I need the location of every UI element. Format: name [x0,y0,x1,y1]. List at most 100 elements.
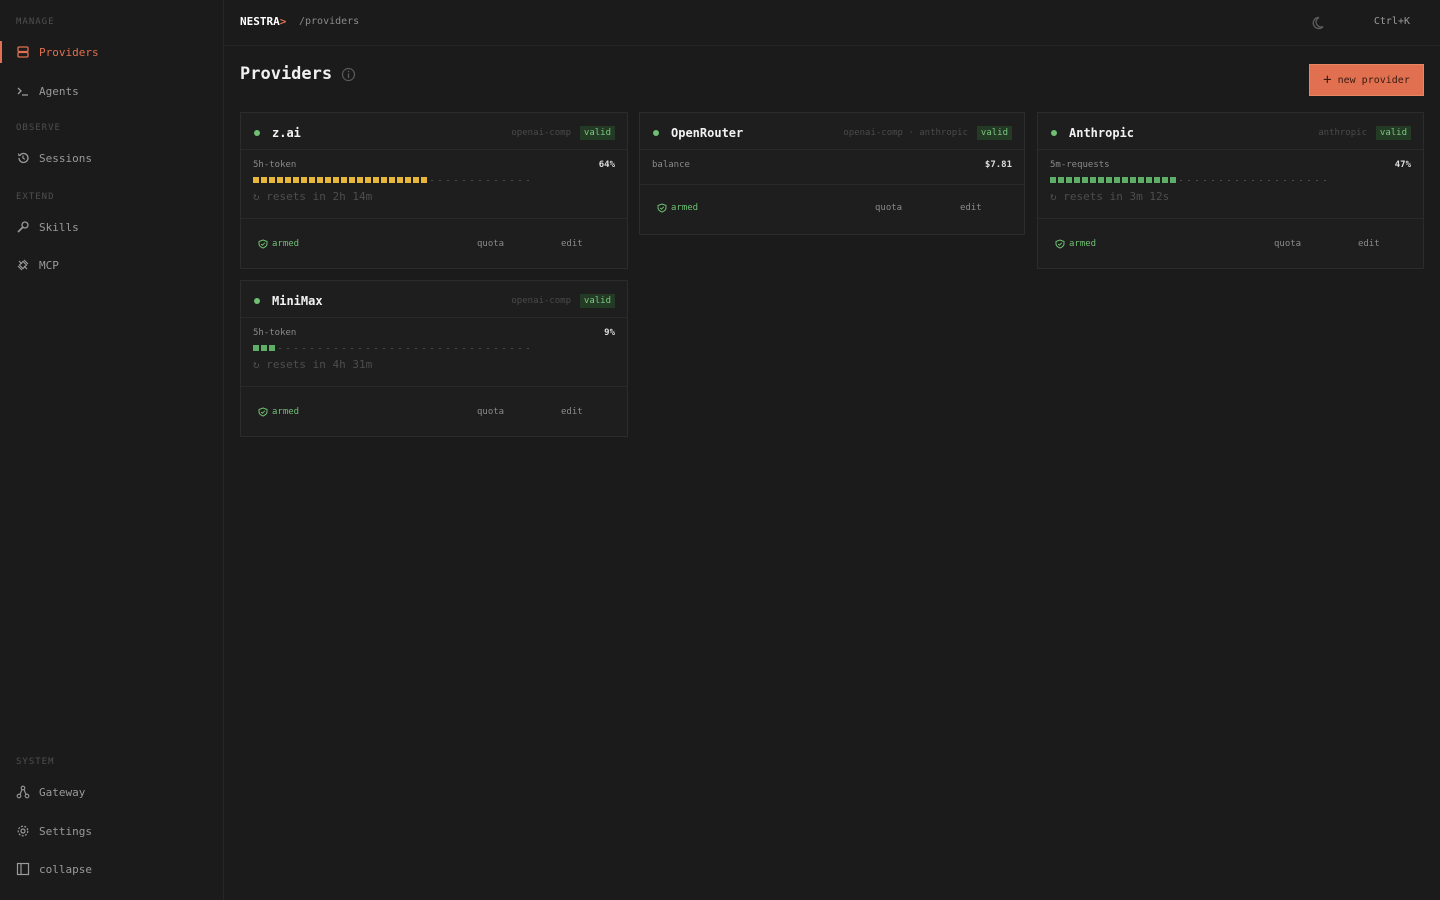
shield-check-icon [657,203,667,213]
armed-label: armed [1069,239,1097,249]
usage-bar [253,344,531,352]
usage-segment-empty [423,347,425,349]
usage-segment-filled [405,177,411,183]
usage-segment-empty [431,179,433,181]
reset-timer: ↻ resets in 4h 31m [253,358,373,371]
armed-toggle[interactable]: armed [1055,239,1096,249]
topbar: NESTRA> /providers Ctrl+K [224,0,1440,46]
usage-segment-filled [1082,177,1088,183]
armed-toggle[interactable]: armed [258,239,299,249]
provider-name: OpenRouter [671,126,744,140]
sidebar-item-agents[interactable]: Agents [0,77,223,105]
usage-segment-filled [1106,177,1112,183]
quota-link[interactable]: quota [477,407,504,417]
usage-segment-filled [261,345,267,351]
info-icon[interactable] [341,67,356,82]
command-palette-shortcut[interactable]: Ctrl+K [1374,16,1410,27]
usage-segment-filled [253,177,259,183]
armed-toggle[interactable]: armed [657,203,698,213]
usage-segment-empty [431,347,433,349]
sidebar-collapse-button[interactable]: collapse [0,855,223,883]
sidebar-item-mcp[interactable]: MCP [0,251,223,279]
usage-segment-empty [519,347,521,349]
usage-segment-filled [333,177,339,183]
usage-segment-filled [1170,177,1176,183]
usage-segment-filled [269,345,275,351]
sidebar-item-label: collapse [39,862,92,876]
usage-segment-filled [1058,177,1064,183]
sidebar: MANAGE Providers Agents OBSERVE Sessions… [0,0,224,900]
usage-segment-empty [367,347,369,349]
status-dot [1051,130,1057,136]
section-label-extend: EXTEND [16,192,55,202]
usage-segment-filled [1122,177,1128,183]
usage-segment-filled [341,177,347,183]
usage-segment-empty [279,347,281,349]
quota-link[interactable]: quota [875,203,902,213]
usage-segment-empty [1180,179,1182,181]
usage-segment-empty [455,179,457,181]
usage-segment-filled [421,177,427,183]
usage-segment-empty [287,347,289,349]
metric-value: 47% [1394,160,1411,170]
new-provider-button[interactable]: + new provider [1309,64,1424,96]
edit-link[interactable]: edit [561,407,583,417]
provider-name: Anthropic [1069,126,1135,140]
usage-segment-empty [439,179,441,181]
usage-segment-empty [527,179,529,181]
usage-segment-filled [1090,177,1096,183]
usage-segment-empty [471,179,473,181]
theme-toggle-button[interactable] [1312,15,1328,31]
metric-label: balance [652,160,690,170]
usage-segment-empty [447,347,449,349]
sidebar-item-settings[interactable]: Settings [0,817,223,845]
provider-tags: openai-comp · anthropic [843,128,968,138]
usage-segment-filled [397,177,403,183]
usage-segment-empty [1204,179,1206,181]
usage-segment-empty [343,347,345,349]
breadcrumb-path: /providers [299,16,360,27]
wrench-icon [16,220,30,234]
edit-link[interactable]: edit [1358,239,1380,249]
sidebar-item-sessions[interactable]: Sessions [0,144,223,172]
usage-segment-filled [1050,177,1056,183]
armed-toggle[interactable]: armed [258,407,299,417]
usage-segment-empty [1284,179,1286,181]
usage-segment-filled [253,345,259,351]
edit-link[interactable]: edit [561,239,583,249]
breadcrumb-brand[interactable]: NESTRA> [240,15,286,28]
usage-segment-filled [349,177,355,183]
usage-segment-empty [1316,179,1318,181]
reset-timer: ↻ resets in 2h 14m [253,190,373,203]
card-footer: armed quota edit [241,218,627,268]
shield-check-icon [258,239,268,249]
usage-segment-filled [325,177,331,183]
usage-segment-empty [519,179,521,181]
sidebar-item-skills[interactable]: Skills [0,213,223,241]
usage-segment-empty [375,347,377,349]
sidebar-item-providers[interactable]: Providers [0,38,223,66]
usage-segment-empty [1236,179,1238,181]
armed-label: armed [272,407,300,417]
usage-bar [1050,176,1328,184]
usage-segment-empty [319,347,321,349]
usage-segment-empty [407,347,409,349]
provider-tags: openai-comp [511,128,571,138]
provider-card-openrouter: OpenRouter openai-comp · anthropic valid… [639,112,1025,235]
quota-link[interactable]: quota [477,239,504,249]
section-label-system: SYSTEM [16,757,55,767]
quota-link[interactable]: quota [1274,239,1301,249]
usage-segment-filled [285,177,291,183]
reset-timer: ↻ resets in 3m 12s [1050,190,1170,203]
usage-segment-empty [295,347,297,349]
usage-segment-empty [1196,179,1198,181]
page-title: Providers [240,64,333,84]
history-icon [16,151,30,165]
card-footer: armed quota edit [1038,218,1423,268]
sidebar-item-gateway[interactable]: Gateway [0,778,223,806]
edit-link[interactable]: edit [960,203,982,213]
terminal-icon [16,84,30,98]
usage-segment-filled [1154,177,1160,183]
usage-segment-empty [495,179,497,181]
usage-segment-empty [503,347,505,349]
